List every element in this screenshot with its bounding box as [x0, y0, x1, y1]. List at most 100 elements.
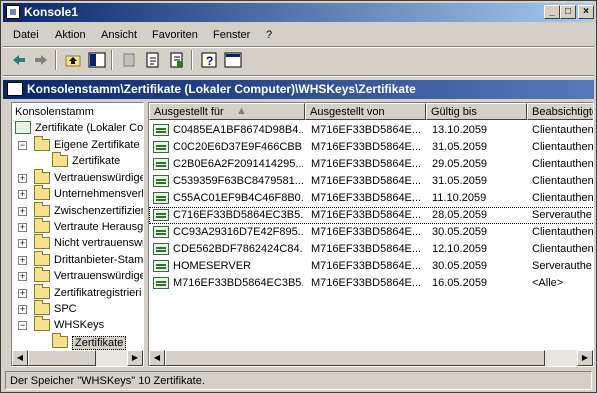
cell-by: M716EF33BD5864E... — [311, 192, 422, 204]
collapse-icon[interactable]: − — [18, 141, 27, 150]
status-bar: Der Speicher "WHSKeys" 10 Zertifikate. — [5, 371, 592, 390]
console-tree[interactable]: Konsolenstamm Zertifikate (Lokaler Co − E… — [11, 102, 144, 367]
scroll-right-icon[interactable]: ▶ — [127, 350, 143, 366]
cell-purpose: Clientauthen — [532, 175, 594, 187]
menu-ansicht[interactable]: Ansicht — [101, 29, 137, 41]
tree-item-label: Vertrauenswürdige — [54, 172, 144, 184]
certificate-row[interactable]: C0C20E6D37E9F466CBB... M716EF33BD5864E...… — [149, 139, 593, 156]
folder-icon — [34, 251, 50, 266]
cell-by: M716EF33BD5864E... — [311, 226, 422, 238]
scroll-thumb[interactable] — [28, 350, 96, 366]
cell-purpose: Clientauthen — [532, 158, 594, 170]
cell-for: C2B0E6A2F2091414295... — [173, 158, 303, 170]
mmc-app-icon[interactable] — [6, 5, 20, 19]
menu-datei[interactable]: Datei — [13, 29, 39, 41]
cell-by: M716EF33BD5864E... — [311, 243, 422, 255]
tree-item-label: Vertrauenswürdige — [54, 270, 144, 282]
list-horizontal-scrollbar[interactable]: ◀ ▶ — [149, 350, 593, 366]
certificate-row[interactable]: HOMESERVER M716EF33BD5864E... 30.05.2059 Se… — [149, 258, 593, 275]
cell-until: 13.10.2059 — [432, 124, 488, 136]
folder-icon — [34, 267, 50, 282]
column-header-expiration[interactable]: Gültig bis — [426, 103, 527, 120]
minimize-button[interactable]: _ — [544, 5, 560, 19]
certificate-icon — [153, 175, 169, 187]
expand-icon[interactable]: + — [18, 256, 27, 265]
cell-by: M716EF33BD5864E... — [311, 175, 422, 187]
certificate-row[interactable]: CC93A29316D7E42F895... M716EF33BD5864E...… — [149, 224, 593, 241]
expand-icon[interactable]: + — [18, 223, 27, 232]
certificate-icon — [153, 243, 169, 255]
cell-by: M716EF33BD5864E... — [311, 260, 422, 272]
tree-item-label: Unternehmensverl — [54, 188, 144, 200]
folder-icon — [34, 234, 50, 249]
menu-favoriten[interactable]: Favoriten — [152, 29, 198, 41]
menu-fenster[interactable]: Fenster — [213, 29, 250, 41]
certificate-row[interactable]: C55AC01EF9B4C46F8B0... M716EF33BD5864E...… — [149, 190, 594, 207]
scroll-left-icon[interactable]: ◀ — [149, 350, 165, 366]
forward-arrow-icon[interactable] — [31, 50, 51, 70]
cell-for: C55AC01EF9B4C46F8B0... — [173, 192, 303, 204]
expand-icon[interactable]: + — [18, 289, 27, 298]
column-header-issued-by[interactable]: Ausgestellt von — [305, 103, 426, 120]
certificate-icon — [153, 124, 169, 136]
tree-item-label: Zwischenzertifizier — [54, 205, 144, 217]
tree-item-label: SPC — [54, 303, 77, 315]
maximize-button[interactable]: □ — [560, 5, 576, 19]
tree-item-label: Zertifikate — [72, 155, 121, 167]
up-folder-icon[interactable] — [63, 50, 83, 70]
column-header-purpose[interactable]: Beabsichtigte — [527, 103, 593, 120]
close-button[interactable]: × — [578, 5, 594, 19]
cell-for: C0C20E6D37E9F466CBB... — [173, 141, 303, 153]
expand-icon[interactable]: + — [18, 239, 27, 248]
menu-help[interactable]: ? — [266, 29, 272, 41]
expand-icon[interactable]: + — [18, 272, 27, 281]
toolbar-divider — [3, 75, 594, 77]
certificate-row[interactable]: C539359F63BC8479581... M716EF33BD5864E...… — [149, 173, 594, 190]
properties-pane-icon[interactable] — [223, 50, 243, 70]
console-path-bar: Konsolenstamm\Zertifikate (Lokaler Compu… — [3, 80, 594, 99]
cell-until: 12.10.2059 — [432, 243, 488, 255]
column-header-issued-to[interactable]: Ausgestellt für ▲ — [149, 103, 305, 120]
cell-for: CDE562BDF7862424C84... — [173, 243, 303, 255]
cell-purpose: Clientauthen — [532, 192, 594, 204]
title-bar[interactable]: Konsole1 _ □ × — [3, 3, 594, 22]
tree-item-label: Zertifikate (Lokaler Co — [35, 122, 144, 134]
certificate-row[interactable]: C2B0E6A2F2091414295... M716EF33BD5864E...… — [149, 156, 594, 173]
folder-icon — [52, 333, 68, 348]
svg-text:?: ? — [206, 54, 213, 68]
expand-icon[interactable]: + — [18, 174, 27, 183]
certificate-row[interactable]: C0485EA1BF8674D98B4... M716EF33BD5864E...… — [149, 122, 594, 139]
tree-item-label: Zertifikate — [72, 336, 127, 350]
show-hide-tree-icon[interactable] — [87, 50, 107, 70]
expand-icon[interactable]: + — [18, 190, 27, 199]
cell-for: C716EF33BD5864EC3B5... — [173, 209, 303, 221]
folder-icon — [34, 300, 50, 315]
menu-aktion[interactable]: Aktion — [55, 29, 86, 41]
scroll-thumb[interactable] — [165, 350, 545, 366]
cell-by: M716EF33BD5864E... — [311, 277, 422, 289]
export-list-icon[interactable] — [167, 50, 187, 70]
console-path: Konsolenstamm\Zertifikate (Lokaler Compu… — [27, 82, 416, 96]
certificate-icon — [153, 260, 169, 272]
folder-icon — [34, 316, 50, 331]
certificate-list[interactable]: Ausgestellt für ▲ Ausgestellt von Gültig… — [148, 102, 594, 367]
cell-purpose: Clientauthen — [532, 124, 594, 136]
certificate-row[interactable]: M716EF33BD5864EC3B5... M716EF33BD5864E...… — [149, 275, 593, 292]
toolbar-separator — [191, 50, 193, 70]
expand-icon[interactable]: + — [18, 207, 27, 216]
tree-horizontal-scrollbar[interactable]: ◀ ▶ — [12, 350, 143, 366]
help-icon[interactable]: ? — [199, 50, 219, 70]
certificate-row[interactable]: C716EF33BD5864EC3B5... M716EF33BD5864E...… — [149, 207, 593, 224]
back-arrow-icon[interactable] — [9, 50, 29, 70]
scroll-right-icon[interactable]: ▶ — [577, 350, 593, 366]
tree-item-label: Drittanbieter-Stam — [54, 254, 144, 266]
expand-icon[interactable]: + — [18, 305, 27, 314]
delete-icon[interactable] — [119, 50, 139, 70]
refresh-icon[interactable] — [143, 50, 163, 70]
cell-until: 31.05.2059 — [432, 175, 488, 187]
cell-until: 30.05.2059 — [432, 226, 488, 238]
scroll-left-icon[interactable]: ◀ — [12, 350, 28, 366]
status-text: Der Speicher "WHSKeys" 10 Zertifikate. — [10, 375, 205, 387]
collapse-icon[interactable]: − — [18, 321, 27, 330]
certificate-row[interactable]: CDE562BDF7862424C84... M716EF33BD5864E...… — [149, 241, 593, 258]
